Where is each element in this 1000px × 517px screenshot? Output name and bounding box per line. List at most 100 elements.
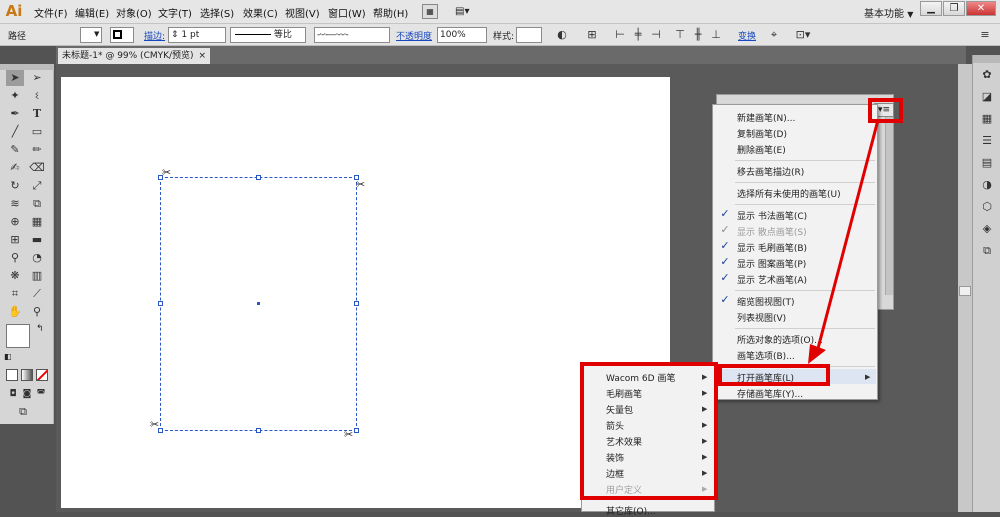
selection-handle[interactable] xyxy=(256,428,261,433)
opacity-input[interactable]: 100% xyxy=(437,27,487,43)
pen-tool-icon[interactable]: ✒ xyxy=(6,106,24,122)
zoom-tool-icon[interactable]: ⚲ xyxy=(28,304,46,320)
close-icon[interactable]: × xyxy=(198,48,206,64)
stroke-panel-icon[interactable]: ☰ xyxy=(978,133,996,149)
type-tool-icon[interactable]: T xyxy=(28,106,46,122)
artboard[interactable] xyxy=(61,77,670,508)
slice-tool-icon[interactable]: ⟋ xyxy=(28,286,46,302)
menu-show-pattern[interactable]: 显示 图案画笔(P) xyxy=(737,257,806,270)
align-middle-icon[interactable]: ╫ xyxy=(691,28,705,42)
selection-handle[interactable] xyxy=(354,301,359,306)
close-button[interactable]: ✕ xyxy=(966,1,996,16)
magic-wand-tool-icon[interactable]: ✦ xyxy=(6,88,24,104)
rotate-tool-icon[interactable]: ↻ xyxy=(6,178,24,194)
lasso-tool-icon[interactable]: ଽ xyxy=(28,88,46,104)
color-guide-icon[interactable]: ◪ xyxy=(978,89,996,105)
paintbrush-tool-icon[interactable]: ✎ xyxy=(6,142,24,158)
menu-list-view[interactable]: 列表视图(V) xyxy=(737,311,786,324)
eraser-tool-icon[interactable]: ⌫ xyxy=(28,160,46,176)
isolate-icon[interactable]: ⌖ xyxy=(767,28,781,42)
menu-show-bristle[interactable]: 显示 毛刷画笔(B) xyxy=(737,241,807,254)
options-icon[interactable]: ⊡▾ xyxy=(792,28,814,42)
menu-remove-brush-stroke[interactable]: 移去画笔描边(R) xyxy=(737,165,804,178)
minimize-button[interactable]: ▁ xyxy=(920,1,942,16)
scale-tool-icon[interactable]: ⤢ xyxy=(28,178,46,194)
stroke-swatch[interactable] xyxy=(110,27,134,43)
menu-duplicate-brush[interactable]: 复制画笔(D) xyxy=(737,127,787,140)
align-center-icon[interactable]: ╪ xyxy=(631,28,645,42)
menu-delete-brush[interactable]: 删除画笔(E) xyxy=(737,143,786,156)
color-mode-icon[interactable] xyxy=(6,369,18,381)
scrollbar-thumb[interactable] xyxy=(959,286,971,296)
hand-tool-icon[interactable]: ✋ xyxy=(6,304,24,320)
menu-show-scatter[interactable]: 显示 散点画笔(S) xyxy=(737,225,807,238)
transparency-panel-icon[interactable]: ◑ xyxy=(978,177,996,193)
align-bottom-icon[interactable]: ⊥ xyxy=(709,28,723,42)
arrange-documents-icon[interactable]: ▤▾ xyxy=(455,4,475,19)
graph-tool-icon[interactable]: ▥ xyxy=(28,268,46,284)
opacity-link[interactable]: 不透明度 xyxy=(396,29,432,42)
menu-save-brush-library[interactable]: 存储画笔库(Y)... xyxy=(737,387,803,400)
stroke-profile-select[interactable]: 等比 xyxy=(230,27,306,43)
transform-link[interactable]: 变换 xyxy=(738,29,756,42)
graphic-style-select[interactable] xyxy=(516,27,542,43)
align-left-icon[interactable]: ⊢ xyxy=(613,28,627,42)
gradient-tool-icon[interactable]: ▬ xyxy=(28,232,46,248)
menu-effect[interactable]: 效果(C) xyxy=(243,5,278,20)
align-top-icon[interactable]: ⊤ xyxy=(673,28,687,42)
chevron-down-icon[interactable]: ▼ xyxy=(94,30,99,38)
selection-handle[interactable] xyxy=(158,301,163,306)
selection-tool-icon[interactable]: ➤ xyxy=(6,70,24,86)
perspective-grid-tool-icon[interactable]: ▦ xyxy=(28,214,46,230)
menu-view[interactable]: 视图(V) xyxy=(285,5,320,20)
menu-object[interactable]: 对象(O) xyxy=(116,5,152,20)
menu-help[interactable]: 帮助(H) xyxy=(373,5,408,20)
mesh-tool-icon[interactable]: ⊞ xyxy=(6,232,24,248)
gradient-mode-icon[interactable] xyxy=(21,369,33,381)
selection-handle[interactable] xyxy=(256,175,261,180)
vertical-scrollbar[interactable] xyxy=(958,64,972,512)
draw-inside-icon[interactable]: ◚ xyxy=(32,386,50,402)
gradient-panel-icon[interactable]: ▤ xyxy=(978,155,996,171)
appearance-panel-icon[interactable]: ⬡ xyxy=(978,199,996,215)
menu-thumbnail-view[interactable]: 缩览图视图(T) xyxy=(737,295,795,308)
artboards-panel-icon[interactable]: ⧉ xyxy=(978,243,996,259)
menu-show-art[interactable]: 显示 艺术画笔(A) xyxy=(737,273,807,286)
bridge-icon[interactable]: ▦ xyxy=(422,4,438,19)
stroke-link[interactable]: 描边: xyxy=(144,29,165,42)
stroke-weight-input[interactable]: ⇕ 1 pt xyxy=(168,27,226,43)
rectangle-tool-icon[interactable]: ▭ xyxy=(28,124,46,140)
free-transform-tool-icon[interactable]: ⧉ xyxy=(28,196,46,212)
warp-tool-icon[interactable]: ≋ xyxy=(6,196,24,212)
selection-handle[interactable] xyxy=(354,428,359,433)
recolor-icon[interactable]: ◐ xyxy=(555,28,569,42)
screen-mode-icon[interactable]: ⧉ xyxy=(14,404,32,420)
document-tab[interactable]: 未标题-1* @ 99% (CMYK/预览) × xyxy=(58,48,210,64)
none-mode-icon[interactable] xyxy=(36,369,48,381)
align-right-icon[interactable]: ⊣ xyxy=(649,28,663,42)
default-colors-icon[interactable]: ◧ xyxy=(4,352,12,361)
menu-select[interactable]: 选择(S) xyxy=(200,5,234,20)
swap-colors-icon[interactable]: ↰ xyxy=(36,324,44,334)
blob-brush-tool-icon[interactable]: ✍ xyxy=(6,160,24,176)
menu-edit[interactable]: 编辑(E) xyxy=(75,5,109,20)
menu-file[interactable]: 文件(F) xyxy=(34,5,68,20)
symbol-sprayer-tool-icon[interactable]: ❋ xyxy=(6,268,24,284)
swatches-panel-icon[interactable]: ▦ xyxy=(978,111,996,127)
layers-panel-icon[interactable]: ◈ xyxy=(978,221,996,237)
stepper-icon[interactable]: ⇕ xyxy=(171,30,181,40)
restore-button[interactable]: ❐ xyxy=(943,1,965,16)
pencil-tool-icon[interactable]: ✏ xyxy=(28,142,46,158)
menu-brush-options[interactable]: 画笔选项(B)... xyxy=(737,349,795,362)
align-to-icon[interactable]: ⊞ xyxy=(585,28,599,42)
line-tool-icon[interactable]: ╱ xyxy=(6,124,24,140)
panel-menu-icon[interactable]: ≡ xyxy=(978,28,992,42)
color-panel-icon[interactable]: ✿ xyxy=(978,67,996,83)
artboard-tool-icon[interactable]: ⌗ xyxy=(6,286,24,302)
menu-window[interactable]: 窗口(W) xyxy=(328,5,366,20)
menu-show-calligraphic[interactable]: 显示 书法画笔(C) xyxy=(737,209,807,222)
menu-new-brush[interactable]: 新建画笔(N)... xyxy=(737,111,795,124)
submenu-other-library[interactable]: 其它库(O)... xyxy=(606,504,656,517)
shape-builder-tool-icon[interactable]: ⊕ xyxy=(6,214,24,230)
menu-type[interactable]: 文字(T) xyxy=(158,5,192,20)
